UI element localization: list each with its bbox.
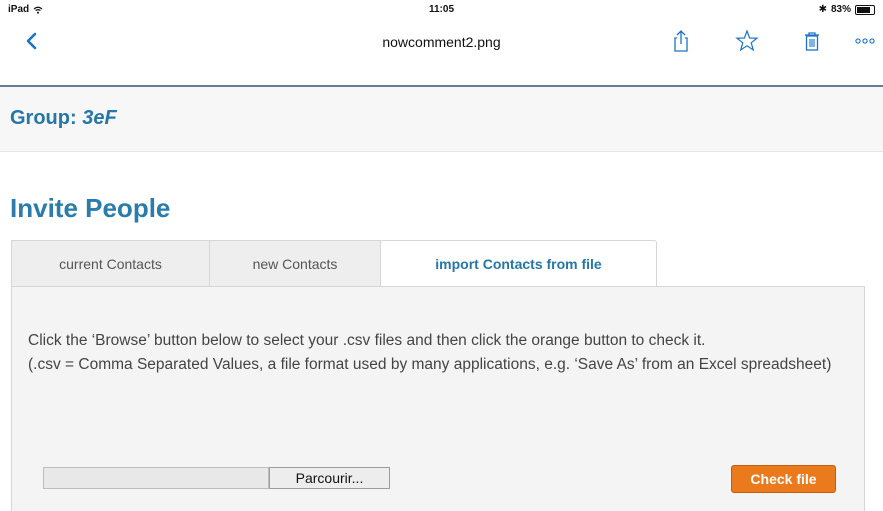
browse-button[interactable]: Parcourir... [269, 467, 390, 489]
bluetooth-icon: ✱ [818, 4, 827, 15]
viewer-nav-bar: nowcomment2.png [0, 22, 883, 60]
file-path-field[interactable] [43, 467, 269, 489]
section-title: Invite People [10, 193, 171, 223]
group-title: Group: 3eF [10, 107, 117, 130]
tab-bar: current Contacts new Contacts import Con… [11, 240, 657, 287]
page: iPad 11:05 ✱ 83% nowcomment2.png Group: … [0, 0, 883, 511]
status-right: ✱ 83% [819, 4, 875, 15]
instructions-line-2: (.csv = Comma Separated Values, a file f… [28, 356, 832, 373]
status-bar: iPad 11:05 ✱ 83% [0, 0, 883, 22]
more-icon[interactable] [852, 28, 878, 54]
tab-import-contacts-from-file[interactable]: import Contacts from file [380, 240, 657, 287]
import-panel: Click the ‘Browse’ button below to selec… [11, 286, 865, 511]
tab-current-contacts[interactable]: current Contacts [11, 240, 210, 286]
group-name[interactable]: 3eF [82, 107, 116, 129]
battery-fill [857, 6, 871, 13]
check-file-button[interactable]: Check file [731, 465, 836, 493]
battery-icon [855, 4, 875, 15]
battery-percent: 83% [830, 4, 851, 15]
trash-icon[interactable] [799, 28, 825, 54]
import-instructions: Click the ‘Browse’ button below to selec… [28, 329, 838, 377]
status-time: 11:05 [428, 4, 455, 15]
star-icon[interactable] [734, 28, 760, 54]
share-icon[interactable] [668, 28, 694, 54]
group-header: Group: 3eF [0, 87, 883, 152]
instructions-line-1: Click the ‘Browse’ button below to selec… [28, 332, 706, 349]
tab-new-contacts[interactable]: new Contacts [209, 240, 381, 286]
group-label: Group: [10, 107, 77, 129]
